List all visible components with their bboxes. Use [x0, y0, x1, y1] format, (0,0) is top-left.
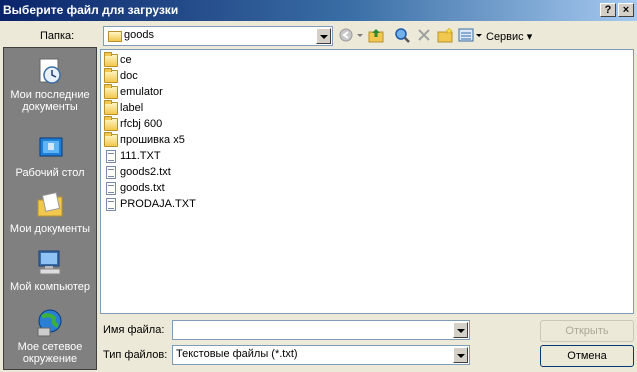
views-menu-icon[interactable] — [458, 27, 474, 43]
file-name: label — [120, 102, 144, 114]
tools-menu[interactable]: Сервис ▾ — [486, 30, 532, 43]
my-computer-icon — [34, 248, 66, 278]
views-dropdown-icon[interactable] — [475, 27, 483, 43]
filetype-combo[interactable]: Текстовые файлы (*.txt) — [172, 345, 470, 365]
file-name: 111.TXT — [120, 150, 161, 162]
back-dropdown-icon[interactable] — [356, 27, 364, 43]
folder-icon — [104, 132, 118, 147]
open-button[interactable]: Открыть — [540, 320, 634, 342]
filename-combo[interactable] — [172, 320, 470, 340]
recent-documents-icon — [34, 56, 66, 86]
new-folder-icon[interactable] — [437, 27, 453, 43]
filetype-label: Тип файлов: — [103, 349, 168, 361]
filetype-value: Текстовые файлы (*.txt) — [176, 348, 298, 360]
file-name: ce — [120, 54, 132, 66]
place-label: Рабочий стол — [15, 167, 85, 179]
filename-label: Имя файла: — [103, 324, 165, 336]
place-recent[interactable]: Мои последние документы — [4, 56, 96, 113]
file-name: PRODAJA.TXT — [120, 198, 196, 210]
desktop-icon — [34, 134, 66, 164]
lookin-combo[interactable]: goods — [103, 26, 333, 46]
folder-icon — [104, 116, 118, 131]
tools-label: Сервис — [486, 31, 524, 43]
folder-icon — [108, 31, 122, 42]
place-label: Мои документы — [9, 223, 91, 235]
folder-icon — [104, 84, 118, 99]
file-name: goods2.txt — [120, 166, 171, 178]
title-bar: Выберите файл для загрузки ? × — [0, 0, 637, 21]
place-my-computer[interactable]: Мой компьютер — [4, 248, 96, 293]
search-web-icon[interactable] — [394, 27, 410, 43]
folder-icon — [104, 52, 118, 67]
place-label: Мой компьютер — [9, 281, 91, 293]
file-name: doc — [120, 70, 138, 82]
help-button[interactable]: ? — [600, 3, 616, 17]
my-documents-icon — [34, 190, 66, 220]
place-my-documents[interactable]: Мои документы — [4, 190, 96, 235]
file-list[interactable]: ce doc emulator label rfcbj 600 прошивка… — [100, 49, 634, 314]
chevron-down-icon[interactable] — [316, 28, 331, 44]
chevron-down-icon[interactable] — [453, 347, 468, 363]
window-title: Выберите файл для загрузки — [3, 3, 179, 17]
delete-icon[interactable] — [416, 27, 432, 43]
file-name: rfcbj 600 — [120, 118, 163, 130]
tools-dropdown-icon: ▾ — [526, 31, 533, 43]
lookin-label: Папка: — [40, 30, 75, 42]
file-name: emulator — [120, 86, 163, 98]
text-file-icon — [106, 166, 116, 179]
text-file-icon — [106, 150, 116, 163]
folder-icon — [104, 100, 118, 115]
up-folder-icon[interactable] — [368, 27, 384, 43]
places-bar: Мои последние документы Рабочий стол Мои… — [3, 47, 97, 370]
text-file-icon — [106, 182, 116, 195]
back-icon[interactable] — [338, 27, 354, 43]
chevron-down-icon[interactable] — [453, 322, 468, 338]
place-label: Мое сетевое окружение — [17, 341, 83, 365]
file-name: прошивка x5 — [120, 134, 185, 146]
lookin-value: goods — [124, 29, 154, 41]
network-places-icon — [34, 308, 66, 338]
place-label: Мои последние документы — [10, 89, 90, 113]
text-file-icon — [106, 198, 116, 211]
place-desktop[interactable]: Рабочий стол — [4, 134, 96, 179]
folder-icon — [104, 68, 118, 83]
file-name: goods.txt — [120, 182, 165, 194]
close-button[interactable]: × — [618, 3, 634, 17]
place-network[interactable]: Мое сетевое окружение — [4, 308, 96, 365]
cancel-button[interactable]: Отмена — [540, 345, 634, 367]
